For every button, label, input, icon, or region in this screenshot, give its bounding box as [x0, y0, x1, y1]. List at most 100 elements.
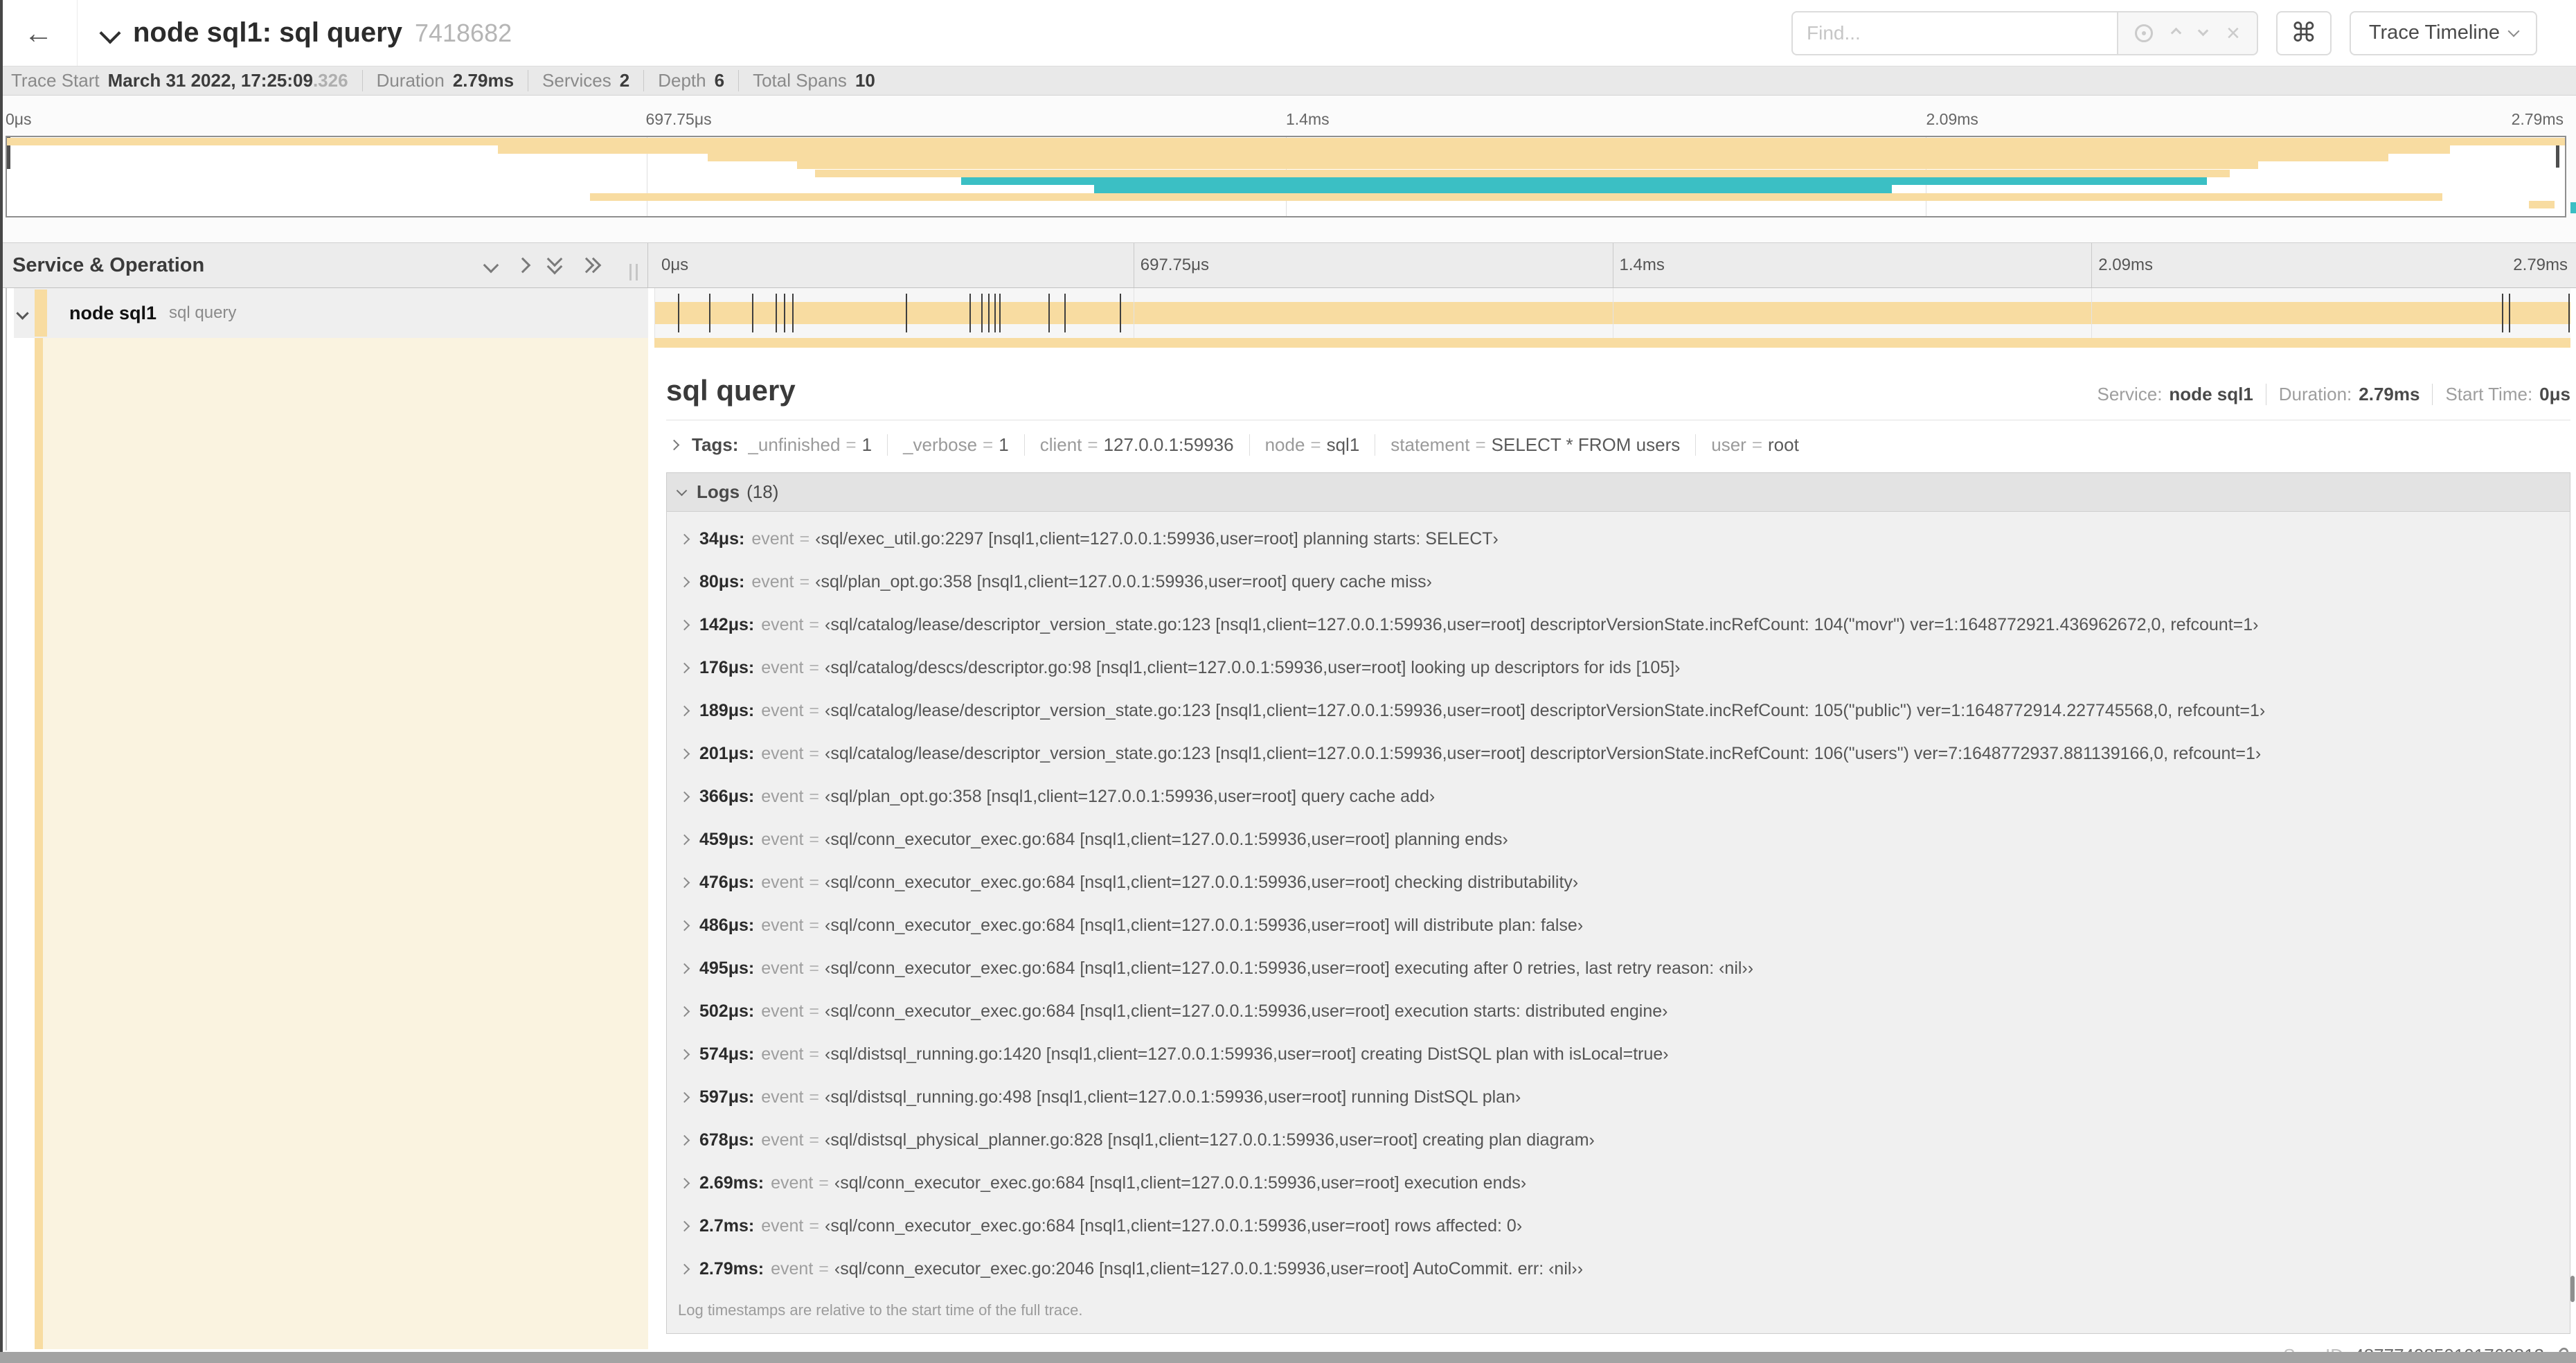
log-entry[interactable]: 2.7ms: event = ‹sql/conn_executor_exec.go:6…: [678, 1204, 2570, 1247]
span-detail-color-column: [0, 348, 648, 1349]
span-name-cell[interactable]: node sql1 sql query: [0, 288, 648, 338]
minimap-canvas[interactable]: [6, 136, 2566, 217]
equals-sign: =: [809, 743, 820, 763]
log-entry[interactable]: 495μs: event = ‹sql/conn_executor_exec.go:6…: [678, 947, 2570, 990]
summary-label: Trace Start: [11, 70, 100, 91]
log-timestamp: 2.7ms:: [699, 1215, 755, 1236]
log-timestamp: 189μs:: [699, 700, 755, 720]
log-entry[interactable]: 34μs: event = ‹sql/exec_util.go:2297 [nsql1…: [678, 517, 2570, 560]
find-prev-icon[interactable]: [2170, 27, 2182, 39]
span-bar-area[interactable]: [654, 288, 2570, 338]
log-entry[interactable]: 2.69ms: event = ‹sql/conn_executor_exec.go:…: [678, 1161, 2570, 1204]
bottom-scrollbar-track[interactable]: [0, 1352, 2576, 1363]
collapse-all-icon[interactable]: [546, 251, 563, 275]
log-expand-icon: [679, 533, 690, 544]
summary-item: Trace Start March 31 2022, 17:25:09.326: [11, 70, 348, 91]
equals-sign: =: [983, 434, 994, 455]
log-field-value: ‹sql/exec_util.go:2297 [nsql1,client=127…: [815, 528, 1499, 549]
span-color-chip: [35, 289, 47, 337]
scrollbar-thumb[interactable]: [2570, 1276, 2575, 1302]
keyboard-shortcuts-button[interactable]: ⌘: [2275, 10, 2332, 55]
equals-sign: =: [809, 1087, 820, 1107]
detail-meta-value: node sql1: [2169, 384, 2253, 404]
ruler-tick-label: 1.4ms: [1619, 256, 1665, 274]
log-expand-icon: [679, 1263, 690, 1274]
log-field-value: ‹sql/distsql_running.go:498 [nsql1,clien…: [825, 1087, 1521, 1107]
minimap-span-bar: [590, 193, 2442, 201]
minimap-tick-label: 2.79ms: [2511, 110, 2564, 128]
logs-collapse-icon: [676, 485, 688, 497]
tag[interactable]: _verbose = 1: [887, 434, 1009, 456]
span-detail-title: sql query: [666, 374, 796, 407]
trace-timeline-page: ← node sql1: sql query 7418682 × ⌘ Trace: [0, 0, 2576, 1363]
equals-sign: =: [1310, 434, 1321, 455]
log-field-value: ‹sql/distsql_physical_planner.go:828 [ns…: [825, 1130, 1595, 1150]
equals-sign: =: [809, 700, 820, 720]
log-entry[interactable]: 597μs: event = ‹sql/distsql_running.go:498 …: [678, 1076, 2570, 1119]
logs-count: (18): [746, 481, 779, 502]
log-field-key: event: [761, 915, 804, 935]
log-entry[interactable]: 176μs: event = ‹sql/catalog/descs/descripto…: [678, 646, 2570, 689]
log-field-key: event: [761, 1130, 804, 1150]
log-timestamp: 2.79ms:: [699, 1258, 764, 1279]
log-field-value: ‹sql/catalog/lease/descriptor_version_st…: [825, 743, 2262, 763]
log-expand-icon: [679, 1092, 690, 1103]
locate-icon[interactable]: [2135, 24, 2154, 42]
find-next-icon[interactable]: [2197, 25, 2209, 37]
log-field-value: ‹sql/conn_executor_exec.go:684 [nsql1,cl…: [825, 1215, 1523, 1236]
span-detail-row: sql query Service: node sql1 Duration: 2.79…: [0, 348, 2576, 1363]
log-field-key: event: [761, 700, 804, 720]
trace-view-selector[interactable]: Trace Timeline: [2349, 10, 2537, 55]
log-field-key: event: [761, 657, 804, 677]
tag[interactable]: statement = SELECT * FROM users: [1375, 434, 1680, 456]
log-entry[interactable]: 502μs: event = ‹sql/conn_executor_exec.go:6…: [678, 990, 2570, 1033]
tag[interactable]: node = sql1: [1249, 434, 1359, 456]
find-input[interactable]: [1791, 10, 2118, 55]
minimap-tick-labels: 0μs 697.75μs 1.4ms 2.09ms 2.79ms: [6, 96, 2566, 133]
summary-item: Depth 6: [643, 70, 724, 91]
log-entry[interactable]: 80μs: event = ‹sql/plan_opt.go:358 [nsql1,c…: [678, 560, 2570, 603]
log-entry[interactable]: 476μs: event = ‹sql/conn_executor_exec.go:6…: [678, 861, 2570, 904]
summary-label: Total Spans: [753, 70, 847, 91]
logs-section: Logs (18) 34μs: event = ‹sql/exec_util.go:2…: [666, 472, 2570, 1334]
column-resize-grabber[interactable]: [629, 264, 638, 280]
equals-sign: =: [1475, 434, 1486, 455]
tag[interactable]: client = 127.0.0.1:59936: [1023, 434, 1234, 456]
tag[interactable]: user = root: [1695, 434, 1799, 456]
trace-minimap: 0μs 697.75μs 1.4ms 2.09ms 2.79ms: [0, 96, 2576, 242]
log-expand-icon: [679, 1006, 690, 1017]
log-entry[interactable]: 678μs: event = ‹sql/distsql_physical_planne…: [678, 1119, 2570, 1161]
minimap-tick-label: 0μs: [6, 110, 32, 128]
log-field-value: ‹sql/conn_executor_exec.go:684 [nsql1,cl…: [825, 829, 1508, 849]
log-entry[interactable]: 459μs: event = ‹sql/conn_executor_exec.go:6…: [678, 818, 2570, 861]
log-entry[interactable]: 366μs: event = ‹sql/plan_opt.go:358 [nsql1,…: [678, 775, 2570, 818]
collapse-one-icon[interactable]: [483, 257, 499, 274]
log-entry[interactable]: 201μs: event = ‹sql/catalog/lease/descripto…: [678, 732, 2570, 775]
log-field-key: event: [761, 958, 804, 978]
log-field-value: ‹sql/conn_executor_exec.go:2046 [nsql1,c…: [834, 1258, 1584, 1279]
log-entry[interactable]: 142μs: event = ‹sql/catalog/lease/descripto…: [678, 603, 2570, 646]
log-entry[interactable]: 574μs: event = ‹sql/distsql_running.go:1420…: [678, 1033, 2570, 1076]
span-row[interactable]: node sql1 sql query: [0, 288, 2576, 338]
row-collapse-icon[interactable]: [16, 307, 29, 320]
log-field-value: ‹sql/catalog/descs/descriptor.go:98 [nsq…: [825, 657, 1681, 677]
summary-value: 2.79ms: [452, 70, 515, 91]
expand-one-icon[interactable]: [515, 257, 531, 274]
find-clear-icon[interactable]: ×: [2226, 21, 2240, 45]
logs-footnote: Log timestamps are relative to the start…: [667, 1290, 2570, 1333]
log-entry[interactable]: 189μs: event = ‹sql/catalog/lease/descripto…: [678, 689, 2570, 732]
tags-row[interactable]: Tags: _unfinished = 1 _verbose = 1 client = 127.…: [666, 434, 2570, 456]
summary-value: 6: [714, 70, 725, 91]
collapse-trace-icon: [99, 21, 121, 44]
back-button[interactable]: ←: [0, 0, 78, 66]
log-field-key: event: [761, 1001, 804, 1021]
log-marker: [981, 294, 983, 332]
trace-title-wrap[interactable]: node sql1: sql query 7418682: [99, 17, 512, 48]
log-entry[interactable]: 486μs: event = ‹sql/conn_executor_exec.go:6…: [678, 904, 2570, 947]
log-entry[interactable]: 2.79ms: event = ‹sql/conn_executor_exec.go:…: [678, 1247, 2570, 1290]
log-timestamp: 574μs:: [699, 1044, 755, 1064]
expand-all-icon[interactable]: [578, 257, 602, 274]
tag-value: 127.0.0.1:59936: [1103, 434, 1234, 455]
tag[interactable]: _unfinished = 1: [748, 434, 872, 456]
logs-header[interactable]: Logs (18): [667, 473, 2570, 512]
